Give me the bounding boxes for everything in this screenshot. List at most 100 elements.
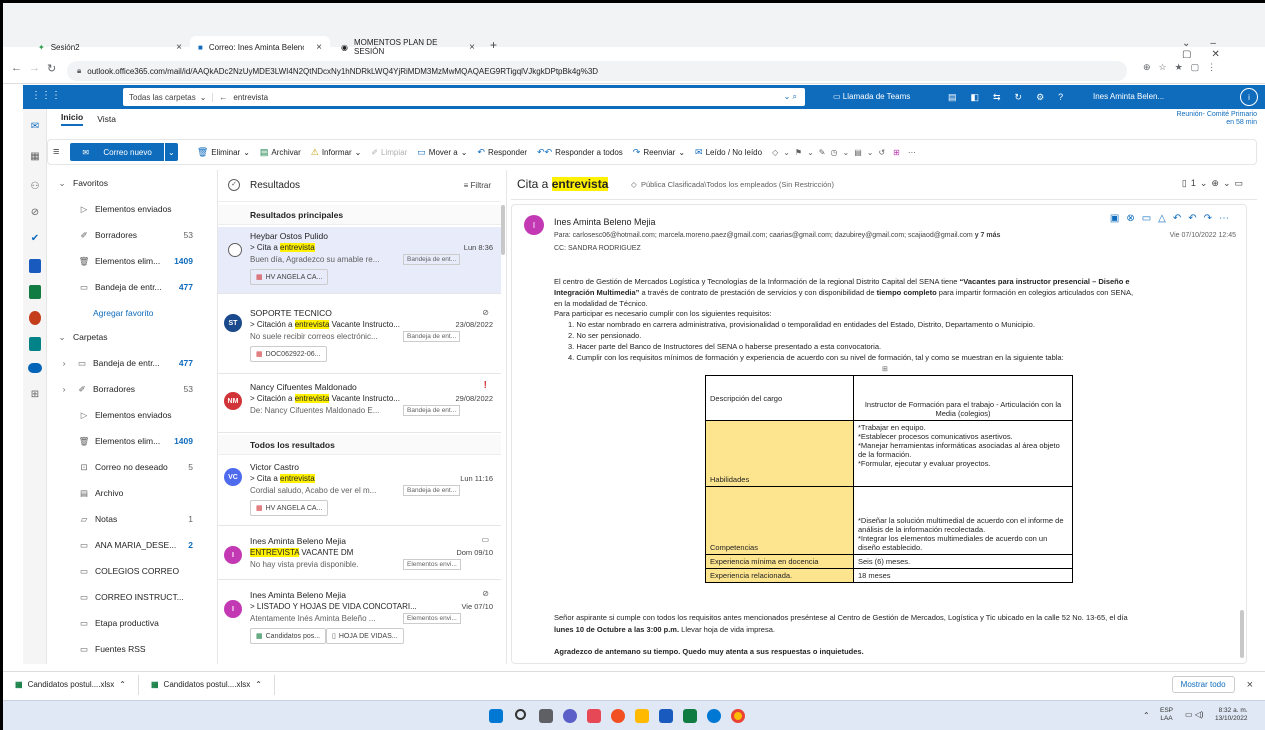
user-name[interactable]: Ines Aminta Belen...	[1093, 92, 1164, 101]
reload-icon[interactable]: ↻	[47, 62, 56, 75]
chevron-down-icon[interactable]: ⌄	[163, 143, 178, 161]
calendar-icon[interactable]: ▦	[27, 151, 43, 165]
select-circle-icon[interactable]	[228, 243, 242, 257]
search-back-icon[interactable]: ←	[213, 93, 233, 102]
sharepoint-icon[interactable]	[29, 337, 41, 351]
archive-button[interactable]: ▤ Archivar	[255, 147, 306, 158]
folder-sent[interactable]: ▷ Elementos enviados	[47, 404, 213, 426]
chrome-icon[interactable]	[731, 709, 745, 723]
word-icon[interactable]	[29, 259, 41, 273]
attachment-chip[interactable]: ▦ Candidatos pos...	[250, 628, 327, 644]
body-scrollbar[interactable]	[1240, 610, 1244, 658]
chevron-up-icon[interactable]: ⌃	[1143, 711, 1150, 720]
hamburger-icon[interactable]: ≡	[48, 146, 64, 158]
app-launcher-icon[interactable]: ⋮⋮⋮	[31, 90, 61, 101]
office-icon[interactable]	[611, 709, 625, 723]
teams-call-button[interactable]: ▭ Llamada de Teams	[833, 92, 910, 101]
fav-folder-inbox[interactable]: ▭ Bandeja de entr... 477	[47, 276, 213, 298]
delete-button[interactable]: 🗑︎ Eliminar ⌄	[192, 147, 255, 158]
windows-start-icon[interactable]	[489, 709, 503, 723]
excel-taskbar-icon[interactable]	[683, 709, 697, 723]
search-icon[interactable]: ⌄ ⌕	[784, 92, 805, 102]
close-icon[interactable]: ×	[1235, 679, 1265, 691]
tab-vista[interactable]: Vista	[97, 114, 116, 124]
folder-notes[interactable]: ▱ Notas 1	[47, 508, 213, 530]
fav-folder-drafts[interactable]: ✐ Borradores 53	[47, 224, 213, 246]
forward-button[interactable]: ↷ Reenviar ⌄	[628, 147, 690, 158]
attachment-chip[interactable]: ▦ HV ANGELA CA...	[250, 500, 329, 516]
report-button[interactable]: ⚠ Informar ⌄	[306, 147, 367, 158]
network-volume-icon[interactable]: ▭ ◁)	[1185, 710, 1204, 719]
task-view-icon[interactable]	[539, 709, 553, 723]
language-indicator[interactable]: ESP LAA	[1160, 707, 1173, 723]
attachment-chip[interactable]: ▯ HOJA DE VIDAS...	[326, 628, 404, 644]
folder-inbox[interactable]: › ▭ Bandeja de entr... 477	[47, 352, 213, 374]
window-controls[interactable]: ⌄–▢✕	[1182, 38, 1265, 60]
folder-ana-maria[interactable]: ▭ ANA MARIA_DESE... 2	[47, 534, 213, 556]
attachment-chip[interactable]: ▦ HV ANGELA CA...	[250, 269, 329, 285]
header-action-icons[interactable]: ▤◧⇆↻⚙?	[948, 92, 1077, 103]
reply-button[interactable]: ↶ Responder	[472, 147, 532, 158]
avatar[interactable]: i	[1240, 88, 1258, 106]
folder-junk[interactable]: ⊡ Correo no deseado 5	[47, 456, 213, 478]
recipients-more[interactable]: y 7 más	[973, 232, 1001, 239]
new-mail-button[interactable]: ✉ Correo nuevo ⌄	[70, 143, 178, 161]
favorites-header[interactable]: ⌄ Favoritos	[47, 172, 213, 194]
close-tab-icon[interactable]: ×	[176, 42, 182, 53]
show-all-button[interactable]: Mostrar todo	[1171, 676, 1235, 693]
folder-drafts[interactable]: › ✐ Borradores 53	[47, 378, 213, 400]
filter-button[interactable]: ≡ Filtrar	[464, 181, 491, 190]
word-taskbar-icon[interactable]	[659, 709, 673, 723]
file-explorer-icon[interactable]	[635, 709, 649, 723]
search-scope-dropdown[interactable]: Todas las carpetas ⌄	[123, 92, 214, 102]
new-tab-icon[interactable]: +	[490, 38, 497, 52]
reply-all-button[interactable]: ↶↶ Responder a todos	[532, 147, 628, 158]
folder-etapa[interactable]: ▭ Etapa productiva	[47, 612, 213, 634]
folder-rss[interactable]: ▭ Fuentes RSS	[47, 638, 213, 660]
chevron-up-icon[interactable]: ⌃	[255, 680, 262, 689]
search-icon[interactable]	[515, 709, 526, 720]
attachment-icon[interactable]: ⊘	[27, 207, 43, 221]
download-item[interactable]: ▦ Candidatos postul....xlsx ⌃	[3, 674, 139, 695]
address-bar[interactable]: 🔒︎ outlook.office365.com/mail/id/AAQkADc…	[67, 61, 1127, 81]
people-icon[interactable]: ⚇	[27, 181, 43, 195]
list-scrollbar[interactable]	[501, 205, 505, 255]
onedrive-icon[interactable]	[28, 363, 42, 373]
more-apps-icon[interactable]: ⊞	[27, 389, 43, 403]
clock[interactable]: 8:32 a. m. 13/10/2022	[1215, 707, 1248, 723]
view-controls[interactable]: ▯1⌄⊕⌄▭	[1182, 178, 1247, 189]
search-input[interactable]: entrevista	[233, 93, 268, 102]
folder-archive[interactable]: ▤ Archivo	[47, 482, 213, 504]
close-tab-icon[interactable]: ×	[316, 42, 322, 53]
folder-colegios[interactable]: ▭ COLEGIOS CORREO	[47, 560, 213, 582]
folder-deleted[interactable]: 🗑︎ Elementos elim... 1409	[47, 430, 213, 452]
clean-button[interactable]: ✐ Limpiar	[366, 148, 412, 157]
tab-inicio[interactable]: Inicio	[61, 112, 84, 126]
more-ribbon-icons[interactable]: ◇⌄⚑⌄✎◷⌄▤⌄↺ ⊞ ⋯	[767, 148, 926, 157]
list-item[interactable]: I Ines Aminta Beleno Mejia ▭ ENTREVISTA …	[218, 532, 501, 580]
edge-icon[interactable]	[707, 709, 721, 723]
chevron-up-icon[interactable]: ⌃	[119, 680, 126, 689]
browser-tab-3[interactable]: ◉ MOMENTOS PLAN DE SESIÓN ×	[333, 36, 483, 58]
sender-name[interactable]: Ines Aminta Beleno Mejia	[554, 217, 656, 227]
message-actions[interactable]: ▣⊗▭△↶↶↷⋯	[1110, 213, 1236, 224]
fav-folder-sent[interactable]: ▷ Elementos enviados	[47, 198, 213, 220]
list-item[interactable]: VC Victor Castro > Cita a entrevista Lun…	[218, 458, 501, 526]
powerpoint-icon[interactable]	[29, 311, 41, 325]
table-move-icon[interactable]: ⊞	[882, 365, 888, 373]
carpetas-header[interactable]: ⌄ Carpetas	[47, 326, 213, 348]
list-item[interactable]: ST SOPORTE TECNICO ⊘ > Citación a entrev…	[218, 304, 501, 374]
add-favorite-link[interactable]: Agregar favorito	[47, 302, 213, 324]
attachment-chip[interactable]: ▦ DOC062922-06...	[250, 346, 327, 362]
read-unread-button[interactable]: ✉ Leído / No leído	[690, 147, 767, 158]
search-box[interactable]: Todas las carpetas ⌄ ← entrevista ⌄ ⌕	[123, 88, 805, 106]
browser-extension-icons[interactable]: ⊕☆★▢⋮	[1143, 62, 1224, 73]
move-button[interactable]: ▭ Mover a ⌄	[412, 147, 472, 158]
fav-folder-deleted[interactable]: 🗑︎ Elementos elim... 1409	[47, 250, 213, 272]
todo-icon[interactable]: ✔	[27, 233, 43, 247]
list-item[interactable]: I Ines Aminta Beleno Mejia ⊘ > LISTADO Y…	[218, 586, 501, 658]
mail-icon[interactable]: ✉	[27, 121, 43, 135]
folder-correo-instruct[interactable]: ▭ CORREO INSTRUCT...	[47, 586, 213, 608]
select-all-icon[interactable]: ✓	[228, 179, 240, 191]
excel-icon[interactable]	[29, 285, 41, 299]
